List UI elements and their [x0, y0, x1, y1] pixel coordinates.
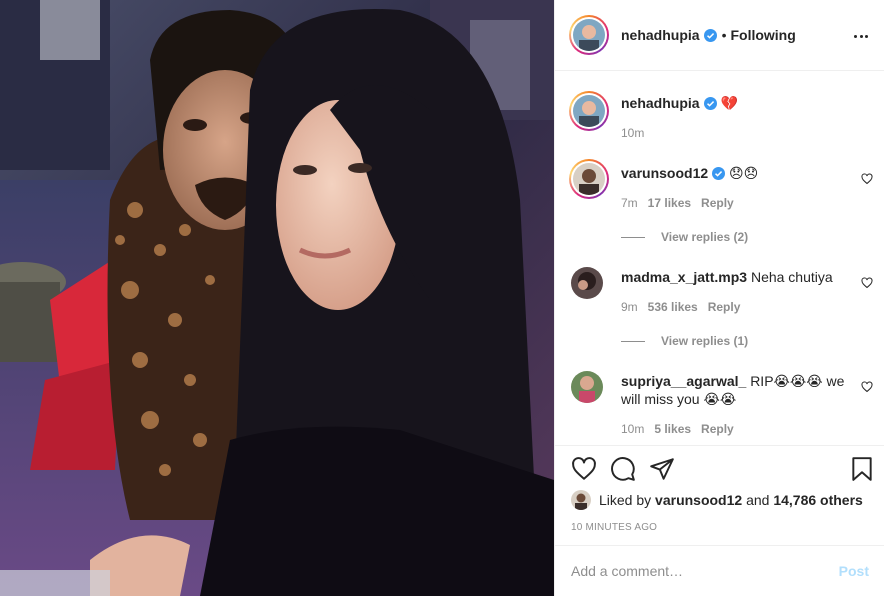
comment-time: 10m: [621, 422, 645, 436]
verified-badge-icon: [712, 167, 726, 180]
comment-like-heart-icon[interactable]: [861, 173, 873, 185]
author-username[interactable]: nehadhupia: [621, 27, 700, 43]
bookmark-icon[interactable]: [849, 456, 875, 482]
comment-like-heart-icon[interactable]: [861, 381, 873, 393]
liked-by-user[interactable]: varunsood12: [655, 492, 742, 508]
heart-icon[interactable]: [571, 456, 597, 482]
post-sidebar: nehadhupia • Following nehadhupia 💔 10m …: [554, 0, 884, 596]
liked-by-and: and: [746, 492, 770, 508]
caption-time: 10m: [621, 126, 645, 140]
comment-like-heart-icon[interactable]: [861, 277, 873, 289]
comment-time: 9m: [621, 300, 638, 314]
caption-username[interactable]: nehadhupia: [621, 95, 700, 111]
verified-badge-icon: [703, 97, 717, 110]
replies-divider: [621, 236, 645, 238]
comment-body: Neha chutiya: [750, 269, 833, 285]
caption-text: nehadhupia 💔: [621, 94, 856, 112]
comment-text: varunsood12 😞😞: [621, 164, 856, 182]
caption: nehadhupia 💔 10m: [569, 91, 873, 151]
caption-body: 💔: [720, 95, 738, 111]
author-avatar[interactable]: [569, 15, 609, 55]
comment-text: madma_x_jatt.mp3 Neha chutiya: [621, 268, 856, 286]
comment-likes[interactable]: 17 likes: [648, 196, 691, 210]
comments-list[interactable]: nehadhupia 💔 10m varunsood12 😞😞 7m 17 li…: [555, 71, 884, 445]
verified-badge-icon: [703, 28, 717, 42]
comment-username[interactable]: supriya__agarwal_: [621, 373, 746, 389]
post-comment-button[interactable]: Post: [839, 563, 869, 579]
replies-divider: [621, 340, 645, 342]
commenter-avatar-image: [573, 163, 605, 195]
post-photo[interactable]: [0, 0, 554, 596]
caption-avatar[interactable]: [569, 91, 609, 131]
comment-body: 😞😞: [729, 165, 759, 181]
following-button[interactable]: Following: [730, 27, 795, 43]
reply-button[interactable]: Reply: [701, 196, 734, 210]
comment-meta: 7m 17 likes Reply: [621, 196, 734, 210]
liked-by-prefix: Liked by: [599, 492, 652, 508]
comment-username[interactable]: varunsood12: [621, 165, 708, 181]
add-comment-bar: Post: [555, 545, 884, 596]
post-modal: nehadhupia • Following nehadhupia 💔 10m …: [0, 0, 884, 596]
action-bar: Liked by varunsood12 and 14,786 others 1…: [555, 445, 884, 545]
comment-username[interactable]: madma_x_jatt.mp3: [621, 269, 747, 285]
view-replies-button[interactable]: View replies (1): [621, 334, 748, 348]
header-separator: •: [721, 27, 727, 43]
view-replies-button[interactable]: View replies (2): [621, 230, 748, 244]
commenter-avatar[interactable]: [571, 371, 603, 403]
commenter-avatar[interactable]: [569, 159, 609, 199]
post-header: nehadhupia • Following: [555, 0, 884, 71]
liked-by-summary: Liked by varunsood12 and 14,786 others: [571, 490, 863, 510]
comment-input[interactable]: [571, 563, 839, 579]
liker-avatar[interactable]: [571, 490, 591, 510]
comment-time: 7m: [621, 196, 638, 210]
view-replies-label: View replies (1): [661, 334, 749, 348]
likes-count-button[interactable]: 14,786 others: [773, 492, 863, 508]
caption-avatar-image: [573, 95, 605, 127]
comment-likes[interactable]: 536 likes: [648, 300, 698, 314]
view-replies-label: View replies (2): [661, 230, 749, 244]
paper-plane-icon[interactable]: [649, 456, 675, 482]
reply-button[interactable]: Reply: [708, 300, 741, 314]
commenter-avatar[interactable]: [571, 267, 603, 299]
comment-bubble-icon[interactable]: [610, 456, 636, 482]
comment-item: supriya__agarwal_ RIP😭😭😭 we will miss yo…: [569, 369, 873, 445]
comment-meta: 10m 5 likes Reply: [621, 422, 734, 436]
more-options-icon[interactable]: [851, 26, 871, 46]
post-image: [0, 0, 554, 596]
author-avatar-image: [573, 19, 605, 51]
post-timestamp[interactable]: 10 MINUTES AGO: [571, 522, 657, 533]
reply-button[interactable]: Reply: [701, 422, 734, 436]
comment-meta: 9m 536 likes Reply: [621, 300, 740, 314]
comment-text: supriya__agarwal_ RIP😭😭😭 we will miss yo…: [621, 372, 856, 408]
comment-likes[interactable]: 5 likes: [654, 422, 691, 436]
